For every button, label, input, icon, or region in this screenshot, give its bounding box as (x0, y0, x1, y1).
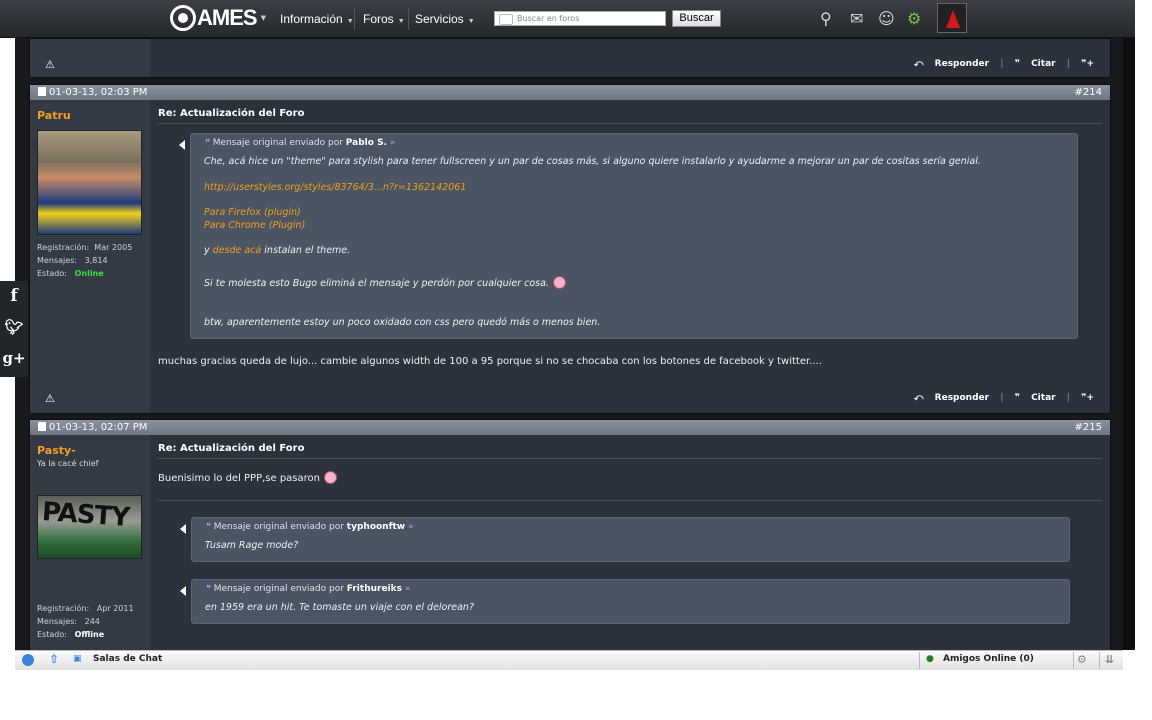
multiquote-icon[interactable]: ❞+ (1081, 393, 1094, 403)
gears-icon[interactable]: ⚙ (907, 9, 921, 28)
friends-online-button[interactable]: Amigos Online (0) (943, 654, 1034, 664)
post-previous: ⚠ ⤺ Responder | ❞ Citar | ❞+ (29, 38, 1111, 78)
report-icon[interactable]: ⚠ (45, 392, 55, 405)
bottom-chat-bar: ⇧ ▣ Salas de Chat ● Amigos Online (0) ⚙ … (15, 650, 1123, 670)
status-badge: Offline (74, 630, 105, 639)
chat-rooms-button[interactable]: Salas de Chat (93, 654, 162, 664)
menu-informacion[interactable]: Información ▼ (280, 12, 354, 26)
social-share-bar: f 🐦︎ g+ (0, 281, 28, 377)
friends-icon: ● (926, 654, 934, 664)
firefox-link[interactable]: Para Firefox (plugin) (204, 207, 301, 218)
avatar[interactable]: PASTY (37, 495, 142, 559)
logo-text: AMES (197, 5, 258, 30)
menu-foros[interactable]: Foros ▼ (363, 12, 405, 26)
username[interactable]: Pasty- (37, 444, 76, 457)
quote-author[interactable]: typhoonftw (347, 522, 405, 532)
post-date: 01-03-13, 02:07 PM (38, 420, 147, 435)
reply-button[interactable]: ⤺ Responder (914, 59, 989, 69)
settings-icon[interactable]: ⚙ (1077, 653, 1087, 666)
quote-arrow-icon[interactable] (179, 140, 185, 150)
install-link[interactable]: desde acá (213, 245, 262, 256)
quote-author[interactable]: Pablo S. (346, 138, 387, 148)
quote-header: ❝ Mensaje original enviado por typhoonft… (206, 522, 414, 532)
quote-block: ❝ Mensaje original enviado por Frithurei… (180, 579, 1070, 624)
quote-author[interactable]: Frithureiks (347, 584, 402, 594)
quote-link[interactable]: http://userstyles.org/styles/83764/3...n… (204, 182, 466, 193)
post-body: muchas gracias queda de lujo... cambie a… (158, 356, 822, 367)
search-button[interactable]: Buscar (672, 10, 721, 27)
report-icon[interactable]: ⚠ (45, 58, 55, 71)
quote-header: ❝ Mensaje original enviado por Frithurei… (206, 584, 411, 594)
post-214: 01-03-13, 02:03 PM #214 Patru Registraci… (29, 84, 1111, 414)
mail-icon[interactable]: ✉ (850, 9, 863, 28)
search-icon (499, 14, 513, 25)
smiley-icon (552, 276, 566, 289)
facebook-icon[interactable]: f (0, 281, 28, 312)
globe-icon[interactable] (22, 654, 34, 666)
smiley-icon (324, 471, 337, 484)
user-info-panel: Pasty- Ya la cacé chief PASTY Registraci… (30, 435, 150, 652)
user-info-panel: Patru Registración: Mar 2005 Mensajes: 3… (30, 100, 150, 413)
avatar-text: PASTY (41, 496, 131, 534)
user-stats: Registración: Apr 2011 Mensajes: 244 Est… (37, 604, 134, 639)
quote-btw-text: btw, aparentemente estoy un poco oxidado… (204, 317, 601, 328)
quote-button[interactable]: ❞ Citar (1015, 59, 1056, 69)
quote-button[interactable]: ❞ Citar (1015, 393, 1056, 403)
twitter-icon[interactable]: 🐦︎ (0, 312, 28, 343)
post-header: 01-03-13, 02:07 PM #215 (30, 420, 1110, 435)
chevron-down-icon: ▼ (260, 14, 266, 22)
post-body: Buenisimo lo del PPP,se pasaron (158, 471, 337, 484)
post-actions: ⤺ Responder | ❞ Citar | ❞+ (913, 393, 1094, 403)
post-title: Re: Actualización del Foro (158, 443, 305, 454)
quote-arrow-icon[interactable] (180, 586, 186, 596)
post-actions: ⤺ Responder | ❞ Citar | ❞+ (913, 59, 1094, 69)
post-date: 01-03-13, 02:03 PM (38, 85, 147, 100)
quote-text: Che, acá hice un "theme" para stylish pa… (204, 156, 981, 167)
post-215: 01-03-13, 02:07 PM #215 Pasty- Ya la cac… (29, 419, 1111, 652)
site-logo[interactable]: AMES ▼ (170, 4, 266, 32)
quote-bugo-text: Si te molesta esto Bugo eliminá el mensa… (204, 276, 566, 289)
reply-button[interactable]: ⤺ Responder (914, 393, 989, 403)
quote-block: ❝ Mensaje original enviado por Pablo S. … (179, 133, 1078, 339)
install-text: y desde acá instalan el theme. (204, 245, 351, 256)
user-stats: Registración: Mar 2005 Mensajes: 3,814 E… (37, 243, 133, 278)
post-number[interactable]: #214 (1075, 85, 1102, 100)
post-header: 01-03-13, 02:03 PM #214 (30, 85, 1110, 100)
quote-text: en 1959 era un hit. Te tomaste un viaje … (205, 602, 474, 613)
people-icon[interactable]: ☺ (878, 9, 895, 28)
user-title: Ya la cacé chief (37, 459, 99, 468)
chrome-link[interactable]: Para Chrome (Plugin) (204, 220, 305, 231)
avatar[interactable] (37, 130, 142, 235)
chat-icon: ▣ (73, 654, 82, 664)
arrow-up-icon[interactable]: ⇧ (49, 652, 59, 666)
menu-servicios[interactable]: Servicios ▼ (415, 12, 475, 26)
quote-arrow-icon[interactable] (180, 524, 186, 534)
quote-block: ❝ Mensaje original enviado por typhoonft… (180, 517, 1070, 562)
satellite-icon[interactable]: ⚲ (820, 9, 832, 28)
user-avatar[interactable] (937, 3, 967, 33)
post-title: Re: Actualización del Foro (158, 108, 305, 119)
logo-icon (170, 5, 196, 31)
googleplus-icon[interactable]: g+ (0, 343, 28, 374)
status-badge: Online (74, 269, 104, 278)
multiquote-icon[interactable]: ❞+ (1081, 59, 1094, 69)
top-navbar: AMES ▼ Información ▼ Foros ▼ Servicios ▼ Bu… (0, 0, 1135, 38)
username[interactable]: Patru (37, 109, 71, 122)
quote-header: ❝ Mensaje original enviado por Pablo S. … (205, 138, 396, 148)
post-number[interactable]: #215 (1075, 420, 1102, 435)
quote-text: Tusam Rage mode? (205, 540, 299, 551)
search-input[interactable]: Buscar en foros (494, 11, 666, 26)
collapse-icon[interactable]: ⇊ (1105, 653, 1114, 666)
